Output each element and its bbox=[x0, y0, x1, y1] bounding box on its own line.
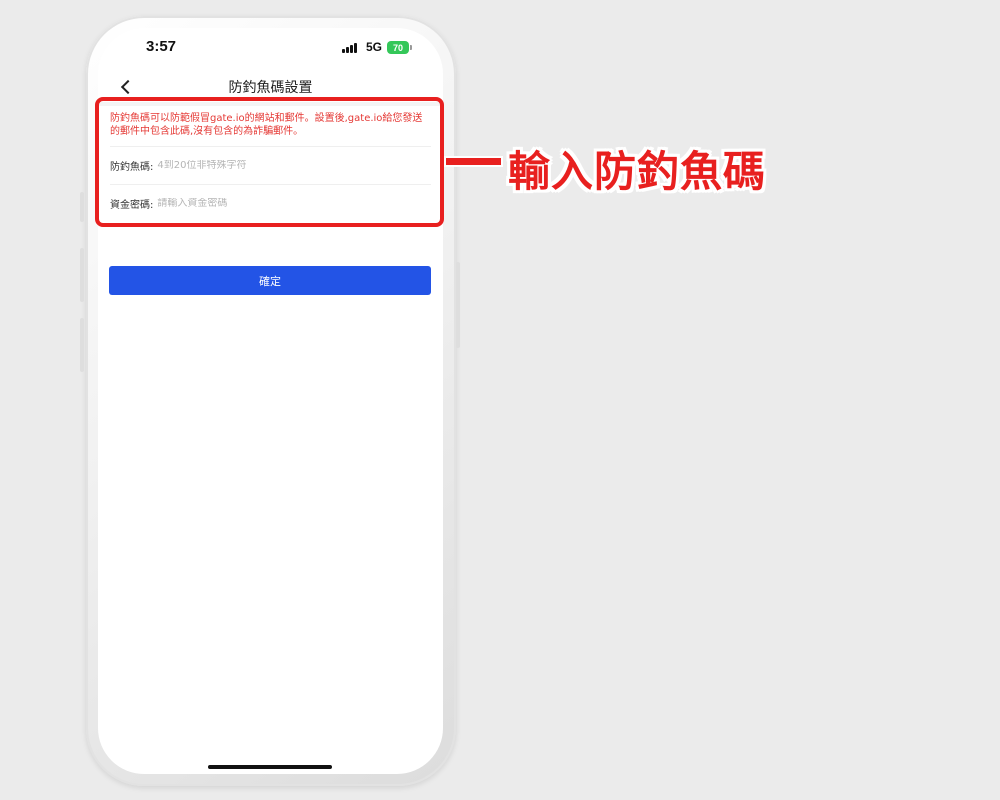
status-time: 3:57 bbox=[146, 38, 177, 55]
confirm-button[interactable]: 確定 bbox=[109, 266, 431, 295]
phone-action-button bbox=[80, 192, 84, 222]
battery-level: 70 bbox=[392, 42, 403, 53]
home-indicator bbox=[208, 765, 332, 769]
annotation-label: 輸入防釣魚碼 bbox=[508, 147, 767, 196]
phone-volume-down-button bbox=[80, 318, 84, 372]
network-type: 5G bbox=[366, 40, 383, 54]
battery-icon: 70 bbox=[387, 41, 409, 54]
status-bar: 3:57 5G 70 bbox=[98, 28, 443, 68]
phone-power-button bbox=[456, 262, 460, 348]
battery-cap bbox=[410, 45, 412, 50]
annotation-connector bbox=[446, 158, 501, 165]
page-title: 防釣魚碼設置 bbox=[228, 80, 313, 96]
signal-icon bbox=[342, 43, 360, 53]
phone-volume-up-button bbox=[80, 248, 84, 302]
highlight-box bbox=[95, 97, 444, 227]
